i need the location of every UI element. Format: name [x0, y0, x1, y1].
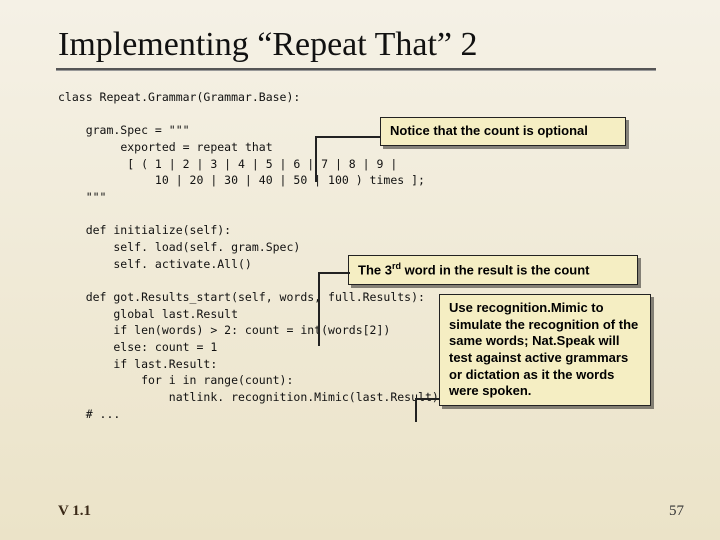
slide-title: Implementing “Repeat That” 2: [58, 26, 676, 64]
arrow-icon: [318, 272, 350, 274]
callout-mimic: Use recognition.Mimic to simulate the re…: [439, 294, 651, 406]
version-label: V 1.1: [58, 503, 91, 520]
callout-text: The 3: [358, 262, 392, 277]
arrow-icon: [415, 398, 439, 400]
page-number: 57: [669, 503, 684, 520]
arrow-icon: [318, 272, 320, 346]
callout-third-word: The 3rd word in the result is the count: [348, 255, 638, 285]
callout-sup: rd: [392, 261, 401, 271]
title-divider: [56, 68, 656, 71]
arrow-icon: [415, 398, 417, 422]
callout-text: word in the result is the count: [401, 262, 590, 277]
callout-optional-count: Notice that the count is optional: [380, 117, 626, 146]
arrow-icon: [315, 136, 317, 182]
arrow-icon: [315, 136, 381, 138]
